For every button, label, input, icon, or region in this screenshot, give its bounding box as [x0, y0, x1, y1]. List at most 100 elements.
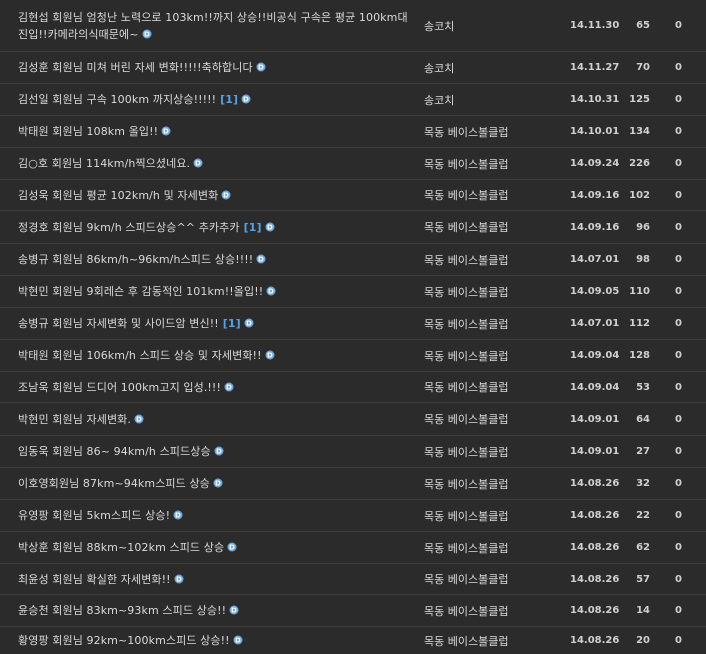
post-views: 128 [629, 350, 650, 361]
new-post-d-icon: D [241, 94, 251, 104]
post-views: 53 [636, 381, 650, 393]
post-title-link[interactable]: 최윤성 회원님 확실한 자세변화!! D [18, 571, 184, 588]
post-date: 14.08.26 [570, 478, 620, 489]
post-title-link[interactable]: 김선일 회원님 구속 100km 까지상승!!!!! [1] D [18, 91, 251, 108]
post-title-cell[interactable]: 송병규 회원님 자세변화 및 사이드암 변신!! [1] D [18, 308, 413, 339]
comment-count[interactable]: [1] [223, 317, 241, 330]
post-author: 목동 베이스볼클럽 [424, 509, 509, 523]
post-title[interactable]: 김현섭 회원님 엄청난 노력으로 103km!!까지 상승!!비공식 구속은 평… [18, 11, 408, 41]
table-row[interactable]: 정경호 회원님 9km/h 스피드상승^^ 추카추카 [1] D 목동 베이스볼클럽… [0, 211, 706, 244]
table-row[interactable]: 김○호 회원님 114km/h찍으셨네요. D 목동 베이스볼클럽 14.09.2… [0, 148, 706, 180]
table-row[interactable]: 이호영회원님 87km~94km스피드 상승 D 목동 베이스볼클럽 14.08.… [0, 468, 706, 500]
post-title[interactable]: 황영팡 회원님 92km~100km스피드 상승!! [18, 634, 230, 647]
post-title-link[interactable]: 박현민 회원님 9회레슨 후 감동적인 101km!!올입!! D [18, 283, 276, 300]
post-title[interactable]: 김○호 회원님 114km/h찍으셨네요. [18, 157, 190, 170]
post-title[interactable]: 박태원 회원님 108km 올입!! [18, 125, 158, 138]
post-title[interactable]: 임동욱 회원님 86~ 94km/h 스피드상승 [18, 445, 211, 458]
post-title[interactable]: 김선일 회원님 구속 100km 까지상승!!!!! [18, 93, 216, 106]
post-title-link[interactable]: 김성욱 회원님 평균 102km/h 및 자세변화 D [18, 187, 231, 204]
post-title-cell[interactable]: 김선일 회원님 구속 100km 까지상승!!!!! [1] D [18, 84, 413, 115]
post-title-cell[interactable]: 박현민 회원님 자세변화. D [18, 403, 413, 435]
table-row[interactable]: 김성욱 회원님 평균 102km/h 및 자세변화 D 목동 베이스볼클럽 14.… [0, 180, 706, 211]
post-title-link[interactable]: 박태원 회원님 106km/h 스피드 상승 및 자세변화!! D [18, 347, 275, 364]
post-title-cell[interactable]: 박태원 회원님 106km/h 스피드 상승 및 자세변화!! D [18, 340, 413, 371]
comment-count[interactable]: [1] [244, 221, 262, 234]
post-title-link[interactable]: 이호영회원님 87km~94km스피드 상승 D [18, 475, 223, 492]
table-row[interactable]: 황영팡 회원님 92km~100km스피드 상승!! D 목동 베이스볼클럽 14… [0, 627, 706, 654]
post-title-link[interactable]: 조남욱 회원님 드디어 100km고지 입성.!!! D [18, 379, 234, 396]
post-date: 14.10.01 [570, 126, 620, 137]
post-title-link[interactable]: 박현민 회원님 자세변화. D [18, 411, 144, 428]
post-title-link[interactable]: 김현섭 회원님 엄청난 노력으로 103km!!까지 상승!!비공식 구속은 평… [18, 9, 408, 43]
table-row[interactable]: 김선일 회원님 구속 100km 까지상승!!!!! [1] D 송코치 14.10… [0, 84, 706, 116]
post-title-cell[interactable]: 이호영회원님 87km~94km스피드 상승 D [18, 468, 413, 499]
post-title[interactable]: 김성훈 회원님 미쳐 버린 자세 변화!!!!!축하합니다 [18, 61, 253, 74]
new-post-d-icon: D [214, 446, 224, 456]
post-title[interactable]: 이호영회원님 87km~94km스피드 상승 [18, 477, 210, 490]
post-title-cell[interactable]: 김○호 회원님 114km/h찍으셨네요. D [18, 148, 413, 179]
post-title[interactable]: 정경호 회원님 9km/h 스피드상승^^ 추카추카 [18, 221, 240, 234]
table-row[interactable]: 김성훈 회원님 미쳐 버린 자세 변화!!!!!축하합니다 D 송코치 14.11… [0, 52, 706, 84]
post-title-link[interactable]: 박태원 회원님 108km 올입!! D [18, 123, 171, 140]
table-row[interactable]: 최윤성 회원님 확실한 자세변화!! D 목동 베이스볼클럽 14.08.26 5… [0, 564, 706, 595]
post-title-link[interactable]: 송병규 회원님 86km/h~96km/h스피드 상승!!!! D [18, 251, 266, 268]
svg-text:D: D [267, 352, 273, 360]
post-title-cell[interactable]: 박상훈 회원님 88km~102km 스피드 상승 D [18, 532, 413, 563]
post-author: 송코치 [424, 19, 455, 33]
post-title[interactable]: 박상훈 회원님 88km~102km 스피드 상승 [18, 541, 224, 554]
post-title[interactable]: 박현민 회원님 자세변화. [18, 413, 131, 426]
table-row[interactable]: 박태원 회원님 106km/h 스피드 상승 및 자세변화!! D 목동 베이스볼… [0, 340, 706, 372]
post-title-cell[interactable]: 박현민 회원님 9회레슨 후 감동적인 101km!!올입!! D [18, 276, 413, 307]
post-title[interactable]: 김성욱 회원님 평균 102km/h 및 자세변화 [18, 189, 218, 202]
table-row[interactable]: 박현민 회원님 9회레슨 후 감동적인 101km!!올입!! D 목동 베이스볼… [0, 276, 706, 308]
post-title-cell[interactable]: 윤승천 회원님 83km~93km 스피드 상승!! D [18, 595, 413, 626]
post-title-cell[interactable]: 조남욱 회원님 드디어 100km고지 입성.!!! D [18, 372, 413, 402]
post-title-link[interactable]: 김성훈 회원님 미쳐 버린 자세 변화!!!!!축하합니다 D [18, 59, 266, 76]
post-title-link[interactable]: 황영팡 회원님 92km~100km스피드 상승!! D [18, 632, 243, 649]
post-title-link[interactable]: 박상훈 회원님 88km~102km 스피드 상승 D [18, 539, 237, 556]
post-title[interactable]: 윤승천 회원님 83km~93km 스피드 상승!! [18, 604, 226, 617]
post-title-link[interactable]: 송병규 회원님 자세변화 및 사이드암 변신!! [1] D [18, 315, 254, 332]
post-title-cell[interactable]: 유영팡 회원님 5km스피드 상승! D [18, 500, 413, 531]
post-views: 57 [636, 573, 650, 585]
post-title-cell[interactable]: 임동욱 회원님 86~ 94km/h 스피드상승 D [18, 436, 413, 467]
post-title-link[interactable]: 유영팡 회원님 5km스피드 상승! D [18, 507, 183, 524]
post-title[interactable]: 박현민 회원님 9회레슨 후 감동적인 101km!!올입!! [18, 285, 263, 298]
table-row[interactable]: 박태원 회원님 108km 올입!! D 목동 베이스볼클럽 14.10.01 1… [0, 116, 706, 148]
post-title[interactable]: 송병규 회원님 86km/h~96km/h스피드 상승!!!! [18, 253, 253, 266]
post-title[interactable]: 조남욱 회원님 드디어 100km고지 입성.!!! [18, 381, 221, 394]
post-title-cell[interactable]: 박태원 회원님 108km 올입!! D [18, 116, 413, 147]
post-title[interactable]: 최윤성 회원님 확실한 자세변화!! [18, 573, 171, 586]
post-title-link[interactable]: 정경호 회원님 9km/h 스피드상승^^ 추카추카 [1] D [18, 219, 275, 236]
post-title-cell[interactable]: 황영팡 회원님 92km~100km스피드 상승!! D [18, 627, 413, 654]
table-row[interactable]: 박현민 회원님 자세변화. D 목동 베이스볼클럽 14.09.01 64 0 [0, 403, 706, 436]
post-title[interactable]: 박태원 회원님 106km/h 스피드 상승 및 자세변화!! [18, 349, 262, 362]
svg-text:D: D [223, 191, 229, 199]
post-likes: 0 [675, 478, 682, 489]
post-title-cell[interactable]: 김현섭 회원님 엄청난 노력으로 103km!!까지 상승!!비공식 구속은 평… [18, 0, 413, 51]
post-author: 목동 베이스볼클럽 [424, 253, 509, 267]
post-likes: 0 [675, 318, 682, 329]
comment-count[interactable]: [1] [220, 93, 238, 106]
post-title-cell[interactable]: 정경호 회원님 9km/h 스피드상승^^ 추카추카 [1] D [18, 211, 413, 243]
table-row[interactable]: 김현섭 회원님 엄청난 노력으로 103km!!까지 상승!!비공식 구속은 평… [0, 0, 706, 52]
post-title-link[interactable]: 김○호 회원님 114km/h찍으셨네요. D [18, 155, 203, 172]
post-title-cell[interactable]: 최윤성 회원님 확실한 자세변화!! D [18, 564, 413, 594]
post-title[interactable]: 송병규 회원님 자세변화 및 사이드암 변신!! [18, 317, 219, 330]
post-title-cell[interactable]: 송병규 회원님 86km/h~96km/h스피드 상승!!!! D [18, 244, 413, 275]
post-title-link[interactable]: 윤승천 회원님 83km~93km 스피드 상승!! D [18, 602, 239, 619]
post-likes: 0 [675, 126, 682, 137]
post-title-link[interactable]: 임동욱 회원님 86~ 94km/h 스피드상승 D [18, 443, 224, 460]
table-row[interactable]: 임동욱 회원님 86~ 94km/h 스피드상승 D 목동 베이스볼클럽 14.0… [0, 436, 706, 468]
table-row[interactable]: 송병규 회원님 86km/h~96km/h스피드 상승!!!! D 목동 베이스볼… [0, 244, 706, 276]
table-row[interactable]: 박상훈 회원님 88km~102km 스피드 상승 D 목동 베이스볼클럽 14.… [0, 532, 706, 564]
post-title[interactable]: 유영팡 회원님 5km스피드 상승! [18, 509, 170, 522]
post-title-cell[interactable]: 김성훈 회원님 미쳐 버린 자세 변화!!!!!축하합니다 D [18, 52, 413, 83]
table-row[interactable]: 조남욱 회원님 드디어 100km고지 입성.!!! D 목동 베이스볼클럽 14… [0, 372, 706, 403]
post-author: 송코치 [424, 61, 455, 75]
table-row[interactable]: 송병규 회원님 자세변화 및 사이드암 변신!! [1] D 목동 베이스볼클럽 1… [0, 308, 706, 340]
post-title-cell[interactable]: 김성욱 회원님 평균 102km/h 및 자세변화 D [18, 180, 413, 210]
table-row[interactable]: 윤승천 회원님 83km~93km 스피드 상승!! D 목동 베이스볼클럽 14… [0, 595, 706, 627]
new-post-d-icon: D [174, 574, 184, 583]
table-row[interactable]: 유영팡 회원님 5km스피드 상승! D 목동 베이스볼클럽 14.08.26 2… [0, 500, 706, 532]
